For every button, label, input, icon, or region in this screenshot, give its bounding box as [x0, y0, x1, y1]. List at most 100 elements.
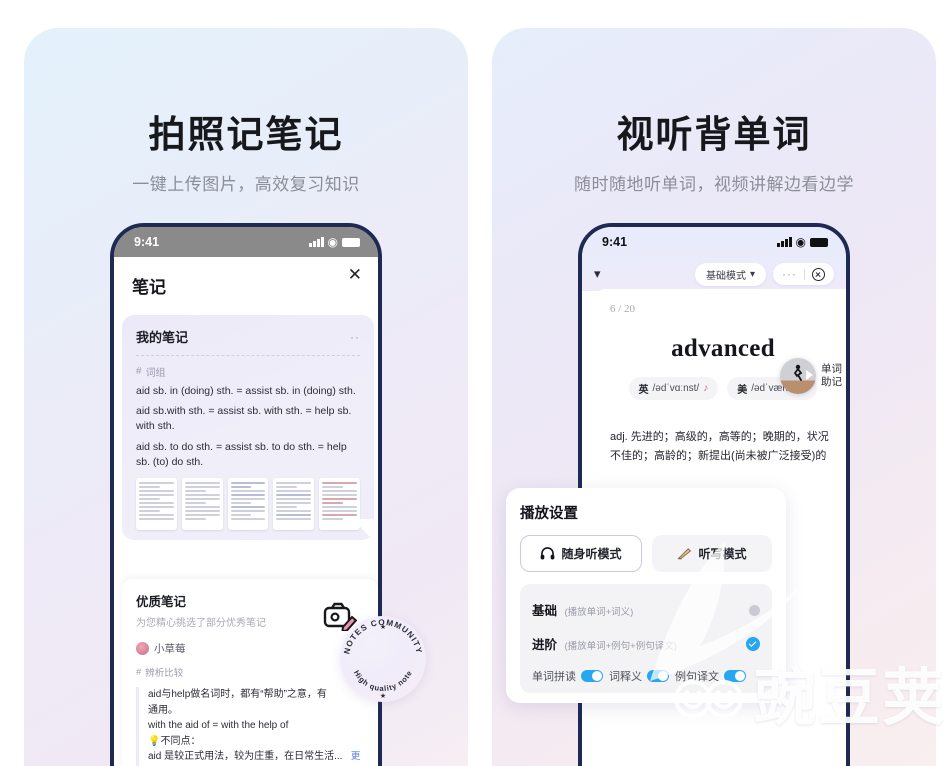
author-name: 小草莓 [154, 643, 186, 655]
page-subtitle-right: 随时随地听单词，视频讲解边看边学 [574, 175, 854, 194]
toolbar-buttons: ··· [773, 263, 834, 285]
toggle-definition[interactable]: 词释义 [609, 668, 669, 684]
note-thumbnail[interactable] [181, 478, 223, 531]
screenshot-root: 拍照记笔记 一键上传图片，高效复习知识 9:41 ◉ 笔记 ✕ 我的笔记 ·· … [0, 0, 950, 766]
option-row-advanced[interactable]: 进阶 (播放单词+例句+例句译文) [532, 627, 760, 661]
option-hint: (播放单词+词义) [564, 607, 634, 618]
status-icons: ◉ [776, 235, 828, 249]
toggle-switch[interactable] [647, 669, 669, 683]
mode-label: 听写模式 [698, 547, 747, 561]
divider [804, 268, 805, 280]
toggle-example-translation[interactable]: 例句译文 [675, 668, 746, 684]
quality-body-line: 通用。 [148, 704, 178, 716]
camera-pencil-icon [323, 602, 357, 631]
mode-button-portable-listening[interactable]: 随身听模式 [520, 535, 642, 572]
page-title-left: 拍照记笔记 [148, 114, 344, 155]
signal-bars-icon [776, 237, 792, 247]
chevron-down-icon: ▾ [749, 268, 755, 280]
phonetic-uk[interactable]: 英 /ədˈvɑːnst/ ♪ [628, 377, 719, 400]
speaker-icon[interactable]: ♪ [703, 383, 708, 394]
mode-label: 随身听模式 [561, 547, 622, 561]
toggle-switch[interactable] [724, 669, 746, 683]
note-tag: # 词组 [136, 364, 360, 379]
note-thumbnail-strip[interactable] [136, 478, 360, 531]
close-circle-icon[interactable] [812, 267, 825, 281]
playback-mode-row: 随身听模式 听写模式 [520, 535, 772, 572]
mode-button-dictation[interactable]: 听写模式 [652, 535, 772, 572]
quality-tag: # 辨析比较 [136, 665, 364, 680]
chevron-down-icon[interactable]: ▾ [594, 266, 601, 282]
note-thumbnail[interactable] [227, 478, 269, 531]
svg-text:★: ★ [380, 692, 386, 700]
option-label: 进阶 (播放单词+例句+例句译文) [532, 634, 677, 654]
page-subtitle-left: 一键上传图片，高效复习知识 [132, 175, 360, 194]
avatar [136, 642, 149, 655]
option-hint: (播放单词+例句+例句译文) [564, 641, 677, 652]
video-label-line1: 单词 [821, 363, 842, 376]
promo-panel-left: 拍照记笔记 一键上传图片，高效复习知识 9:41 ◉ 笔记 ✕ 我的笔记 ·· … [24, 28, 468, 766]
play-icon [806, 370, 813, 380]
page-title-right: 视听背单词 [616, 114, 812, 155]
word-video-button[interactable]: 单词 助记 [780, 358, 842, 394]
option-label: 基础 (播放单词+词义) [532, 600, 633, 620]
note-thumbnail[interactable] [273, 478, 315, 531]
page-title: 笔记 [132, 278, 166, 297]
svg-text:★: ★ [380, 623, 386, 631]
radio-selected-icon[interactable] [746, 637, 760, 651]
signal-bars-icon [308, 237, 324, 247]
note-card-header: 我的笔记 ·· [136, 327, 360, 346]
note-tag-label: 词组 [145, 368, 166, 379]
toggle-label: 例句译文 [675, 671, 719, 683]
quality-body-line: with the aid of = with the help of [148, 720, 289, 731]
quality-body-line: aid与help做名词时，都有“帮助”之意，有 [148, 689, 327, 700]
note-line: aid sb. in (doing) sth. = assist sb. in … [136, 385, 356, 397]
more-dots-icon[interactable]: ··· [782, 267, 797, 281]
hash-icon: # [136, 666, 142, 678]
toggle-switch[interactable] [581, 669, 603, 683]
word-toolbar: ▾ 基础模式 ▾ ··· [582, 257, 846, 291]
toggle-spelling[interactable]: 单词拼读 [532, 668, 603, 684]
phonetic-ipa: /ədˈvɑːnst/ [652, 383, 700, 394]
note-header: 笔记 ✕ [114, 257, 378, 315]
more-dots-icon[interactable]: ·· [350, 330, 360, 344]
battery-icon [810, 237, 828, 247]
video-label-line2: 助记 [821, 376, 842, 388]
quality-body-last-line: aid 是较正式用法，较为庄重，在日常生活... 更多 [148, 749, 364, 766]
word-definition: adj. 先进的；高级的，高等的；晚期的，状况不佳的；高龄的；新提出(尚未被广泛… [610, 431, 829, 462]
progress-counter: 6 / 20 [610, 303, 636, 315]
video-label: 单词 助记 [821, 363, 842, 388]
pencil-icon [677, 548, 692, 560]
option-row-basic[interactable]: 基础 (播放单词+词义) [532, 593, 760, 627]
my-note-card[interactable]: 我的笔记 ·· # 词组 aid sb. in (doing) sth. = a… [122, 315, 374, 542]
note-author[interactable]: 小草莓 [136, 641, 364, 656]
sheet-title: 播放设置 [520, 506, 578, 522]
quality-tag-label: 辨析比较 [145, 668, 184, 679]
quality-body-line: aid 是较正式用法，较为庄重，在日常生活... [148, 751, 343, 762]
study-mode-label: 基础模式 [705, 270, 746, 282]
status-icons: ◉ [308, 235, 360, 249]
quality-note-body: aid与help做名词时，都有“帮助”之意，有 通用。 with the aid… [136, 687, 364, 766]
close-icon[interactable]: ✕ [348, 265, 362, 285]
divider [136, 355, 360, 356]
playback-options: 基础 (播放单词+词义) 进阶 (播放单词+例句+例句译文) 单词拼读 词释义 … [520, 584, 772, 693]
option-title: 进阶 [532, 638, 558, 652]
status-bar: 9:41 ◉ [582, 227, 846, 257]
radio-unselected-icon[interactable] [749, 604, 760, 616]
notes-community-badge: NOTES COMMUNITY High quality note ★ ★ [323, 602, 426, 702]
note-thumbnail[interactable] [136, 478, 177, 531]
headphones-icon [541, 547, 555, 560]
phonetic-region: 英 [638, 385, 649, 396]
status-time: 9:41 [134, 235, 160, 249]
toggle-label: 词释义 [609, 671, 642, 683]
quality-body-line: 💡不同点： [148, 735, 201, 747]
wifi-icon: ◉ [327, 235, 338, 249]
toggle-label: 单词拼读 [532, 671, 576, 683]
phonetic-region: 美 [737, 385, 748, 396]
note-line: aid sb.with sth. = assist sb. with sth. … [136, 405, 352, 433]
study-mode-selector[interactable]: 基础模式 ▾ [694, 262, 766, 286]
playback-toggles: 单词拼读 词释义 例句译文 [532, 661, 760, 684]
status-time: 9:41 [602, 235, 628, 249]
wifi-icon: ◉ [795, 235, 806, 249]
person-icon [793, 364, 803, 381]
toolbar-right-group: 基础模式 ▾ ··· [694, 262, 834, 286]
